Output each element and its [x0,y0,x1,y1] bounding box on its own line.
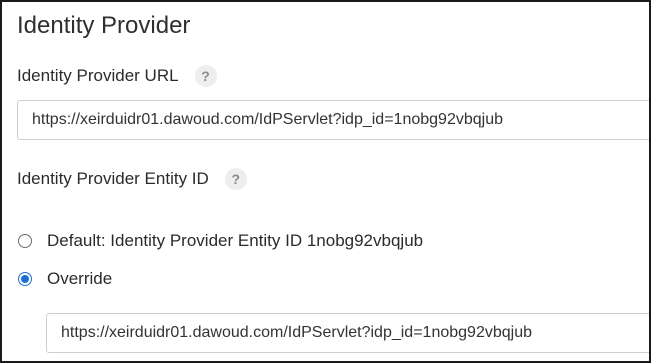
idp-url-label: Identity Provider URL [17,66,179,85]
radio-option-default[interactable]: Default: Identity Provider Entity ID 1no… [18,231,423,251]
radio-override-button[interactable] [18,272,32,286]
entity-id-field-label: Identity Provider Entity ID ? [17,168,247,190]
radio-default-button[interactable] [18,234,32,248]
section-title: Identity Provider [17,12,191,39]
radio-option-override[interactable]: Override [18,269,112,289]
entity-id-override-input[interactable]: https://xeirduidr01.dawoud.com/IdPServle… [46,313,649,353]
help-icon[interactable]: ? [194,65,217,87]
radio-override-label: Override [47,269,113,288]
help-icon[interactable]: ? [224,168,247,190]
idp-url-value: https://xeirduidr01.dawoud.com/IdPServle… [32,111,503,128]
idp-url-field-label: Identity Provider URL ? [17,65,217,87]
radio-default-label: Default: Identity Provider Entity ID 1no… [47,231,424,250]
entity-id-label: Identity Provider Entity ID [17,169,209,188]
identity-provider-panel: Identity Provider Identity Provider URL … [0,0,651,363]
entity-id-override-value: https://xeirduidr01.dawoud.com/IdPServle… [61,324,532,341]
idp-url-input[interactable]: https://xeirduidr01.dawoud.com/IdPServle… [17,100,649,140]
